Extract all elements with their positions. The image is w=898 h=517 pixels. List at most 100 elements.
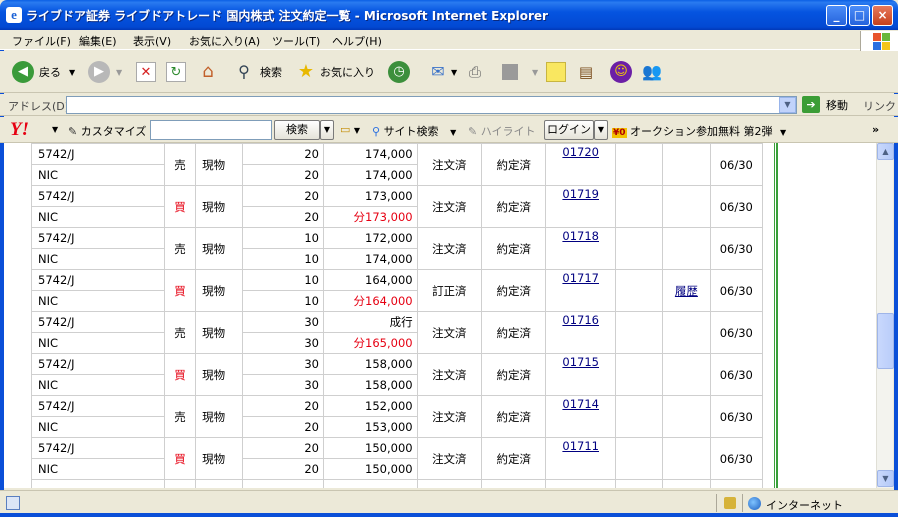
yahoo-search-button[interactable]: 検索 xyxy=(274,120,320,140)
order-number-link[interactable]: 01715 xyxy=(562,355,599,369)
history-link[interactable]: 履歴 xyxy=(675,284,698,298)
login-button[interactable]: ログイン xyxy=(544,120,594,140)
scroll-thumb[interactable] xyxy=(877,313,894,369)
maximize-button[interactable]: □ xyxy=(849,5,870,26)
order-date: 06/30 xyxy=(709,269,764,312)
stop-button[interactable]: ✕ xyxy=(136,59,156,85)
forward-button[interactable]: ▶ ▼ xyxy=(88,59,122,85)
minimize-button[interactable]: _ xyxy=(826,5,847,26)
stock-code: 5742/J xyxy=(31,395,165,417)
close-button[interactable]: × xyxy=(872,5,893,26)
back-button[interactable]: ◀ 戻る ▼ xyxy=(12,59,75,85)
order-number-link[interactable]: 01714 xyxy=(562,397,599,411)
address-input[interactable] xyxy=(66,96,797,114)
research-button[interactable]: ▤ xyxy=(576,59,596,85)
order-status: 注文済 xyxy=(416,437,483,480)
notes-button[interactable] xyxy=(546,59,566,85)
edit-dropdown-icon[interactable]: ▼ xyxy=(532,68,538,77)
scroll-up-button[interactable]: ▲ xyxy=(877,143,894,160)
correction-cell xyxy=(614,311,664,354)
order-number-link[interactable]: 01720 xyxy=(562,145,599,159)
order-quantity: 20 xyxy=(242,185,324,207)
site-search-label: サイト検索 xyxy=(383,125,439,138)
customize-button[interactable]: ✎ カスタマイズ xyxy=(68,123,146,139)
ie-icon: e xyxy=(6,7,22,23)
order-number-link[interactable]: 01719 xyxy=(562,187,599,201)
execution-status: 約定済 xyxy=(481,227,547,270)
execution-status: 約定済 xyxy=(481,143,547,186)
favorites-button[interactable]: ★ お気に入り xyxy=(296,59,375,85)
stock-name: NIC xyxy=(31,458,165,480)
standard-toolbar: ◀ 戻る ▼ ▶ ▼ ✕ ↻ ⌂ ⚲ 検索 ★ お気に入り ◷ ✉ ▼ ⎙ ▼ … xyxy=(0,51,898,93)
yahoo-menu-dropdown-icon[interactable]: ▼ xyxy=(52,125,58,134)
go-label: 移動 xyxy=(826,98,848,112)
auction-link[interactable]: ¥0 オークション参加無料 第2弾 ▼ xyxy=(612,123,786,139)
toolbar-overflow-icon[interactable]: » xyxy=(872,123,879,136)
stock-name: NIC xyxy=(31,332,165,354)
go-button[interactable]: ➔ 移動 xyxy=(802,96,848,113)
site-search-button[interactable]: ⚲ サイト検索 ▼ xyxy=(372,123,456,139)
order-number: 01711 xyxy=(545,437,616,480)
executed-price: 分164,000 xyxy=(322,290,418,312)
vertical-scrollbar[interactable]: ▲ ▼ xyxy=(876,143,894,488)
menu-edit[interactable]: 編集(E) xyxy=(79,33,117,49)
home-button[interactable]: ⌂ xyxy=(198,59,218,85)
scroll-down-button[interactable]: ▼ xyxy=(877,470,894,487)
trade-side: 買 xyxy=(163,185,197,228)
trade-side: 売 xyxy=(163,143,197,186)
trade-kind: 現物 xyxy=(195,185,244,228)
links-button[interactable]: リンク xyxy=(863,98,896,114)
search-button[interactable]: ⚲ 検索 xyxy=(234,59,282,85)
windows-messenger-button[interactable]: 👥 xyxy=(642,59,662,85)
yahoo-logo[interactable]: Y! xyxy=(10,119,29,141)
yahoo-menu-button[interactable]: ▭ ▼ xyxy=(340,123,360,136)
order-number-link[interactable]: 01718 xyxy=(562,229,599,243)
order-quantity: 10 xyxy=(242,227,324,249)
order-quantity: 30 xyxy=(242,353,324,375)
order-row-top: 5742/J 買現物 30 158,000 注文済 約定済 01715 06/30 xyxy=(31,353,764,396)
order-date: 06/30 xyxy=(709,227,764,270)
order-status: 注文済 xyxy=(416,227,483,270)
menu-favorites[interactable]: お気に入り(A) xyxy=(189,33,260,49)
history-button[interactable]: ◷ xyxy=(388,59,410,85)
menu-file[interactable]: ファイル(F) xyxy=(12,33,71,49)
address-dropdown-icon[interactable]: ▼ xyxy=(779,97,796,113)
menu-view[interactable]: 表示(V) xyxy=(133,33,171,49)
executed-price: 153,000 xyxy=(322,416,418,438)
highlight-button[interactable]: ✎ ハイライト xyxy=(468,123,536,139)
history-cell xyxy=(662,395,711,438)
yahoo-search-input[interactable] xyxy=(150,120,272,140)
refresh-button[interactable]: ↻ xyxy=(166,59,186,85)
status-divider xyxy=(716,494,717,512)
yahoo-messenger-button[interactable]: ☺ xyxy=(610,59,632,85)
correction-cell xyxy=(614,269,664,312)
login-dropdown-icon[interactable]: ▼ xyxy=(594,120,608,140)
menu-help[interactable]: ヘルプ(H) xyxy=(332,33,382,49)
order-number-link[interactable]: 01711 xyxy=(562,439,599,453)
order-table: 5742/J 売現物 20 174,000 注文済 約定済 01720 06/30 NIC 20 1… xyxy=(31,143,764,488)
mail-dropdown-icon[interactable]: ▼ xyxy=(451,68,457,77)
order-row-top xyxy=(31,479,764,488)
order-number-link[interactable]: 01717 xyxy=(562,271,599,285)
order-number-link[interactable]: 01716 xyxy=(562,313,599,327)
executed-quantity: 20 xyxy=(242,206,324,228)
back-dropdown-icon[interactable]: ▼ xyxy=(69,68,75,77)
edit-button[interactable]: ▼ xyxy=(502,59,538,85)
order-number: 01716 xyxy=(545,311,616,354)
trade-side: 売 xyxy=(163,227,197,270)
order-date: 06/30 xyxy=(709,311,764,354)
status-divider xyxy=(742,494,743,512)
order-date: 06/30 xyxy=(709,437,764,480)
mail-button[interactable]: ✉ ▼ xyxy=(428,59,457,85)
forward-dropdown-icon[interactable]: ▼ xyxy=(116,68,122,77)
address-bar: アドレス(D) ▼ ➔ 移動 リンク xyxy=(0,94,898,116)
trade-side: 売 xyxy=(163,395,197,438)
note-icon xyxy=(546,62,566,82)
order-price: 成行 xyxy=(322,311,418,333)
star-icon: ★ xyxy=(297,61,315,82)
correction-cell xyxy=(614,437,664,480)
menu-tools[interactable]: ツール(T) xyxy=(272,33,320,49)
order-date: 06/30 xyxy=(709,143,764,186)
search-dropdown-icon[interactable]: ▼ xyxy=(320,120,334,140)
print-button[interactable]: ⎙ xyxy=(465,59,485,85)
